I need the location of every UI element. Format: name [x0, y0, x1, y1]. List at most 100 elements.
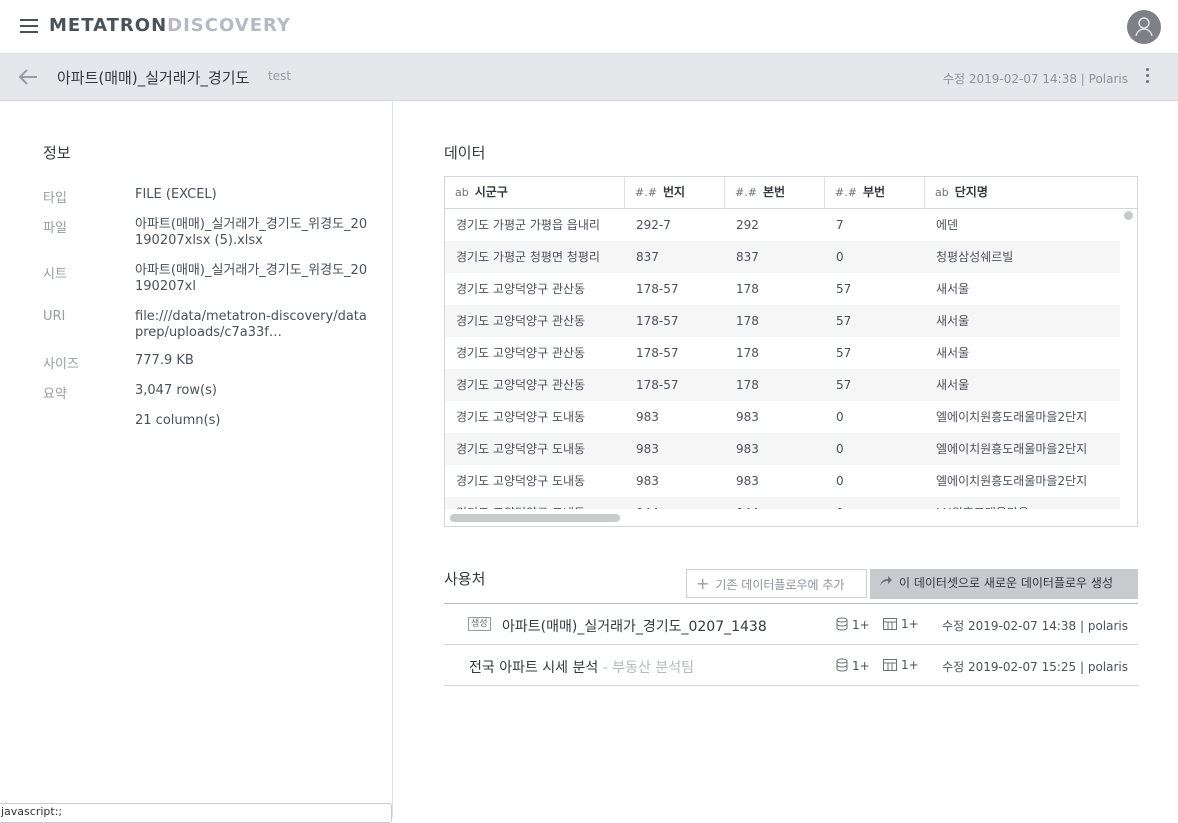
info-panel: 정보 타입 FILE (EXCEL) 파일 아파트(매매)_실거래가_경기도_위… [0, 101, 393, 823]
table-row[interactable]: 경기도 가평군 청평면 청평리 837 837 0 청평삼성쉐르빌 [445, 241, 1120, 273]
table-cell[interactable]: 0 [825, 401, 925, 433]
table-cell[interactable]: 57 [825, 369, 925, 401]
column-header[interactable]: #.# 본번 [725, 177, 825, 209]
table-cell[interactable]: 57 [825, 273, 925, 305]
table-cell[interactable]: 0 [825, 497, 925, 509]
table-row[interactable]: 경기도 고양덕양구 도내동 983 983 0 엘에이치원흥도래울마을2단지 [445, 401, 1120, 433]
table-cell[interactable]: 에덴 [925, 209, 1120, 241]
table-row[interactable]: 경기도 고양덕양구 관산동 178-57 178 57 새서울 [445, 369, 1120, 401]
table-cell[interactable]: 경기도 고양덕양구 도내동 [445, 465, 625, 497]
table-cell[interactable]: 새서울 [925, 337, 1120, 369]
info-summary-row: 요약 3,047 row(s) [43, 383, 373, 402]
table-cell[interactable]: 0 [825, 433, 925, 465]
table-cell[interactable]: 178 [725, 305, 825, 337]
table-cell[interactable]: 983 [725, 401, 825, 433]
table-cell[interactable]: 178 [725, 273, 825, 305]
data-section-title: 데이터 [444, 144, 486, 162]
table-cell[interactable]: 944 [725, 497, 825, 509]
table-cell[interactable]: 경기도 가평군 청평면 청평리 [445, 241, 625, 273]
table-cell[interactable]: 경기도 고양덕양구 관산동 [445, 337, 625, 369]
horizontal-scrollbar[interactable] [450, 514, 620, 522]
top-navigation-bar: METATRONDISCOVERY [0, 0, 1178, 54]
table-row[interactable]: 경기도 가평군 가평읍 읍내리 292-7 292 7 에덴 [445, 209, 1120, 241]
table-row[interactable]: 경기도 고양덕양구 관산동 178-57 178 57 새서울 [445, 337, 1120, 369]
database-icon [836, 658, 848, 672]
table-cell[interactable]: 새서울 [925, 305, 1120, 337]
table-row[interactable]: 경기도 고양덕양구 도내동 983 983 0 엘에이치원흥도래울마을2단지 [445, 433, 1120, 465]
table-cell[interactable]: 경기도 고양덕양구 관산동 [445, 305, 625, 337]
table-count: 1+ [883, 658, 919, 672]
dataflow-name[interactable]: 아파트(매매)_실거래가_경기도_0207_1438 [502, 616, 767, 636]
list-item[interactable]: 생성 아파트(매매)_실거래가_경기도_0207_1438 1+ 1+ 수정 2… [444, 604, 1138, 645]
table-cell[interactable]: 경기도 고양덕양구 도내동 [445, 497, 625, 509]
info-columns-value: 21 column(s) [135, 413, 221, 428]
table-cell[interactable]: 178-57 [625, 305, 725, 337]
table-cell[interactable]: 경기도 가평군 가평읍 읍내리 [445, 209, 625, 241]
create-new-dataflow-button[interactable]: 이 데이터셋으로 새로운 데이터플로우 생성 [870, 569, 1138, 599]
table-row[interactable]: 경기도 고양덕양구 관산동 178-57 178 57 새서울 [445, 273, 1120, 305]
table-cell[interactable]: 새서울 [925, 273, 1120, 305]
dataset-description[interactable]: test [268, 69, 291, 83]
column-header[interactable]: ab 단지명 [925, 177, 1137, 209]
info-file-value: 아파트(매매)_실거래가_경기도_위경도_20190207xlsx (5).xl… [135, 217, 368, 248]
table-cell[interactable]: 경기도 고양덕양구 관산동 [445, 273, 625, 305]
vertical-scrollbar[interactable] [1124, 211, 1133, 220]
dataflow-name[interactable]: 전국 아파트 시세 분석 - 부동산 분석팀 [469, 657, 694, 677]
table-row[interactable]: 경기도 고양덕양구 도내동9449440LH원흥도래울마을 [445, 497, 1120, 509]
table-row[interactable]: 경기도 고양덕양구 관산동 178-57 178 57 새서울 [445, 305, 1120, 337]
brand-logo[interactable]: METATRONDISCOVERY [49, 15, 291, 36]
brand-logo-part1: METATRON [49, 15, 168, 36]
table-cell[interactable]: 983 [725, 433, 825, 465]
table-cell[interactable]: 엘에이치원흥도래울마을2단지 [925, 465, 1120, 497]
table-cell[interactable]: 178-57 [625, 273, 725, 305]
list-item[interactable]: 전국 아파트 시세 분석 - 부동산 분석팀 1+ 1+ 수정 2019-02-… [444, 645, 1138, 686]
table-cell[interactable]: 57 [825, 337, 925, 369]
table-cell[interactable]: 983 [625, 401, 725, 433]
column-header[interactable]: #.# 번지 [625, 177, 725, 209]
create-new-label: 이 데이터셋으로 새로운 데이터플로우 생성 [899, 576, 1113, 590]
table-cell[interactable]: 경기도 고양덕양구 도내동 [445, 433, 625, 465]
dataset-title[interactable]: 아파트(매매)_실거래가_경기도 [57, 67, 249, 88]
table-cell[interactable]: 경기도 고양덕양구 도내동 [445, 401, 625, 433]
add-to-existing-dataflow-button[interactable]: + 기존 데이터플로우에 추가 [686, 569, 867, 598]
column-name: 부번 [862, 185, 886, 199]
add-existing-label: 기존 데이터플로우에 추가 [715, 578, 845, 592]
table-cell[interactable]: 983 [625, 433, 725, 465]
dataflow-owner: - 부동산 분석팀 [598, 660, 694, 676]
info-type-label: 타입 [43, 191, 67, 206]
column-name: 시군구 [474, 185, 508, 199]
table-cell[interactable]: 경기도 고양덕양구 관산동 [445, 369, 625, 401]
table-cell[interactable]: 7 [825, 209, 925, 241]
table-cell[interactable]: 837 [625, 241, 725, 273]
table-cell[interactable]: 57 [825, 305, 925, 337]
table-cell[interactable]: 새서울 [925, 369, 1120, 401]
table-cell[interactable]: 엘에이치원흥도래울마을2단지 [925, 433, 1120, 465]
table-cell[interactable]: 292-7 [625, 209, 725, 241]
menu-icon[interactable] [20, 19, 38, 33]
dataflow-modified: 수정 2019-02-07 15:25 | polaris [942, 660, 1128, 674]
column-header[interactable]: ab 시군구 [445, 177, 625, 209]
table-cell[interactable]: LH원흥도래울마을 [925, 497, 1120, 509]
table-cell[interactable]: 0 [825, 241, 925, 273]
dataset-count: 1+ [836, 617, 870, 632]
table-cell[interactable]: 178 [725, 369, 825, 401]
table-cell[interactable]: 983 [625, 465, 725, 497]
table-row[interactable]: 경기도 고양덕양구 도내동 983 983 0 엘에이치원흥도래울마을2단지 [445, 465, 1120, 497]
info-sheet-row: 시트 아파트(매매)_실거래가_경기도_위경도_20190207xl [43, 263, 373, 297]
table-cell[interactable]: 292 [725, 209, 825, 241]
table-cell[interactable]: 엘에이치원흥도래울마을2단지 [925, 401, 1120, 433]
table-cell[interactable]: 983 [725, 465, 825, 497]
back-arrow-icon[interactable] [18, 68, 38, 86]
info-uri-label: URI [43, 309, 66, 324]
table-cell[interactable]: 944 [625, 497, 725, 509]
column-header[interactable]: #.# 부번 [825, 177, 925, 209]
table-cell[interactable]: 청평삼성쉐르빌 [925, 241, 1120, 273]
table-cell[interactable]: 0 [825, 465, 925, 497]
more-options-icon[interactable] [1144, 68, 1150, 88]
table-cell[interactable]: 178-57 [625, 337, 725, 369]
table-cell[interactable]: 178-57 [625, 369, 725, 401]
data-grid[interactable]: ab 시군구 #.# 번지 #.# 본번 #.# 부번 ab 단지명 경기도 가평군 가평… [444, 176, 1138, 527]
user-avatar-icon[interactable] [1127, 10, 1161, 44]
table-cell[interactable]: 837 [725, 241, 825, 273]
table-cell[interactable]: 178 [725, 337, 825, 369]
